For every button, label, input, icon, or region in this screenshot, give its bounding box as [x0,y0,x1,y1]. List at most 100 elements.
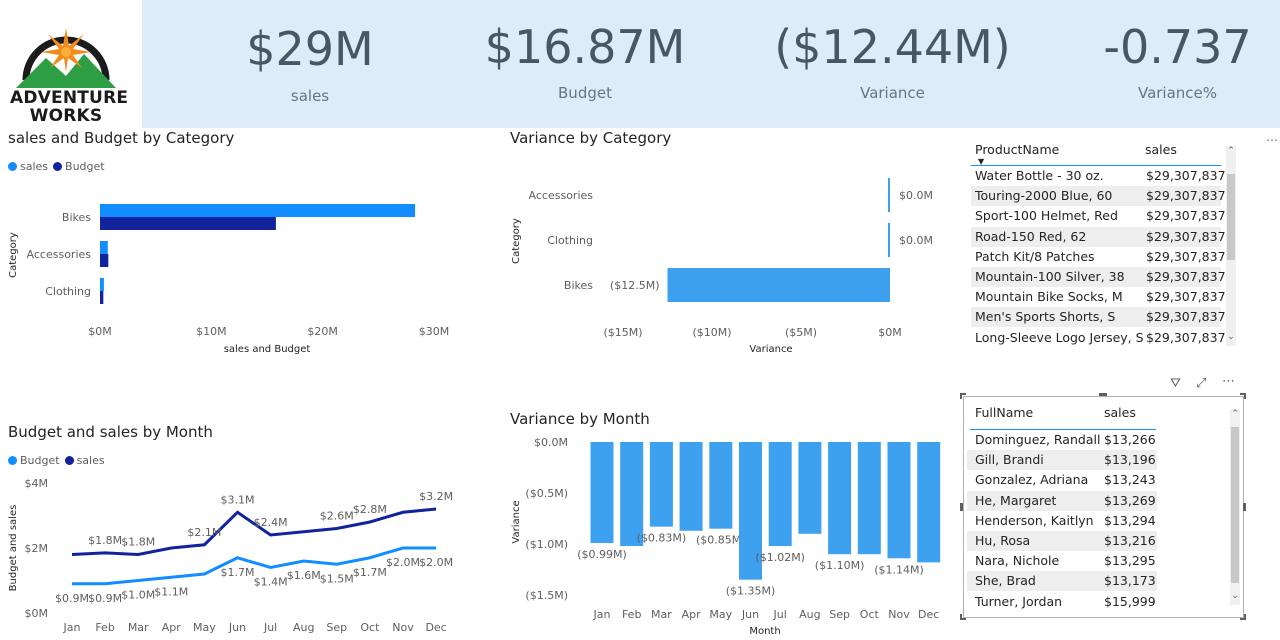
chart3-y-tick: $0M [25,607,49,620]
chart3-data-label: $2.8M [353,503,387,516]
chart4-bar [857,442,881,555]
product-header-sales[interactable]: sales [1145,142,1177,157]
customer-header-name[interactable]: FullName [975,405,1033,420]
chart3-x-tick: Apr [162,621,182,634]
kpi-variance-pct-label: Variance% [1137,84,1218,102]
table-cell-sales: $29,307,837 [1146,208,1226,224]
customer-table-scrollbar[interactable]: ⌃ ⌄ [1230,409,1240,605]
resize-handle[interactable] [960,503,963,511]
table-row[interactable]: Mountain Bike Socks, M $29,307,837 [971,287,1226,307]
table-cell-sales: $13,173 [1104,573,1156,589]
table-cell-name: Road-150 Red, 62 [975,228,1087,244]
customer-header-sales[interactable]: sales [1104,405,1136,420]
chart2-x-tick: ($5M) [785,326,817,339]
chart3-data-label: $1.0M [121,589,155,602]
chart2-bar [888,223,890,257]
table-cell-name: Hu, Rosa [975,533,1031,548]
table-row[interactable]: Nara, Nichole $13,295 [967,551,1157,571]
chart4-x-tick: Dec [918,608,939,621]
table-row[interactable]: Gill, Brandi $13,196 [967,450,1157,471]
chart3-data-label: $2.0M [386,556,420,569]
table-row[interactable]: He, Margaret $13,269 [967,490,1157,511]
kpi-variance-pct-value: -0.737 [1103,20,1252,74]
table-row[interactable]: Patch Kit/8 Patches $29,307,837 [971,247,1226,267]
chart4-y-axis-title: Variance [511,500,522,543]
table-row[interactable]: Men's Sports Shorts, S $29,307,837 [971,307,1226,328]
table-row[interactable]: Dominguez, Randall $13,266 [967,430,1157,450]
table-cell-name: Mountain Bike Socks, M [975,289,1123,305]
resize-handle[interactable] [960,614,966,620]
table-cell-name: Mountain-100 Silver, 38 [975,269,1125,284]
chart3-data-label: $1.4M [254,576,288,589]
chart2-x-axis-title: Variance [749,344,792,355]
more-options-icon[interactable]: ⋯ [1222,374,1235,389]
chart4-bar [709,442,733,529]
chart4-bar [887,442,911,559]
table-cell-name: Water Bottle - 30 oz. [975,168,1104,183]
chart1-bar-budget [100,217,276,230]
table-row[interactable]: Mountain-100 Silver, 38 $29,307,837 [971,267,1226,287]
table-cell-sales: $13,196 [1104,452,1156,468]
resize-handle[interactable] [960,393,966,399]
chart4-data-label: ($1.35M) [726,585,776,598]
scroll-thumb[interactable] [1231,427,1239,583]
table-row[interactable]: Turner, Jordan $15,999 [967,592,1157,612]
kpi-sales-value: $29M [246,22,374,76]
scroll-down-icon[interactable]: ⌄ [1226,332,1236,342]
chart3-y-tick: $4M [25,477,49,490]
table-row[interactable]: Water Bottle - 30 oz. $29,307,837 [971,166,1226,186]
focus-mode-icon[interactable]: ⤢ [1196,376,1206,391]
chart4-y-tick: ($1.0M) [525,538,568,551]
chart4-x-tick: Oct [860,608,880,621]
legend-sales: sales [76,454,105,467]
chart3-y-tick: $2M [25,542,49,555]
scroll-down-icon[interactable]: ⌄ [1230,591,1240,601]
product-table[interactable]: ProductName sales ▼ Water Bottle - 30 oz… [968,138,1242,352]
chart3-data-label: $0.9M [88,592,122,605]
chart3-data-label: $1.7M [353,566,387,579]
chart3-legend[interactable]: Budget sales [8,454,105,467]
resize-handle[interactable] [1099,393,1107,396]
resize-handle[interactable] [1240,614,1246,620]
table-row[interactable]: Hu, Rosa $13,216 [967,531,1157,551]
table-row[interactable]: Gonzalez, Adriana $13,243 [967,470,1157,490]
filter-icon[interactable]: ⛛ [1170,376,1181,391]
product-header-name[interactable]: ProductName [975,142,1059,157]
chart3-x-tick: May [193,621,216,634]
chart1-y-axis-title: Category [8,232,19,278]
table-row[interactable]: Long-Sleeve Logo Jersey, S $29,307,837 [971,328,1226,348]
more-options-icon[interactable]: ⋯ [1266,133,1278,147]
chart1-legend[interactable]: sales Budget [8,160,105,173]
chart4-data-label: ($0.99M) [577,548,627,561]
table-row[interactable]: Sport-100 Helmet, Red $29,307,837 [971,206,1226,226]
legend-sales-dot [64,456,74,465]
table-cell-name: Patch Kit/8 Patches [975,248,1095,264]
chart3-data-label: $1.1M [154,585,188,598]
table-row[interactable]: Road-150 Red, 62 $29,307,837 [971,226,1226,247]
table-row[interactable]: Touring-2000 Blue, 60 $29,307,837 [971,186,1226,207]
kpi-budget-value: $16.87M [484,20,686,74]
scroll-up-icon[interactable]: ⌃ [1230,409,1240,419]
chart4-data-label: ($0.83M) [637,532,687,545]
resize-handle[interactable] [1243,503,1246,511]
chart3-x-tick: Oct [360,621,380,634]
chart3-x-tick: Jul [263,621,277,634]
chart2-x-tick: ($15M) [603,326,642,339]
chart3-data-label: $0.9M [55,592,89,605]
chart4-x-tick: Jun [741,608,759,621]
chart4-x-tick: Mar [651,608,672,621]
scroll-up-icon[interactable]: ⌃ [1226,146,1236,156]
customer-table[interactable]: FullName sales Dominguez, Randall $13,266… [963,396,1244,618]
resize-handle[interactable] [1240,393,1246,399]
chart1-bar-sales [100,278,104,291]
product-table-scrollbar[interactable]: ⌃ ⌄ [1226,146,1236,346]
chart1-x-tick: $30M [419,325,450,338]
scroll-thumb[interactable] [1227,174,1235,260]
chart3-data-label: $1.6M [287,569,321,582]
chart2-x-tick: $0M [878,326,902,339]
table-cell-sales: $29,307,837 [1146,188,1226,204]
table-row[interactable]: Henderson, Kaitlyn $13,294 [967,511,1157,531]
table-row[interactable]: She, Brad $13,173 [967,571,1157,592]
chart1-bar-sales [100,241,108,254]
legend-budget-dot [8,456,17,465]
